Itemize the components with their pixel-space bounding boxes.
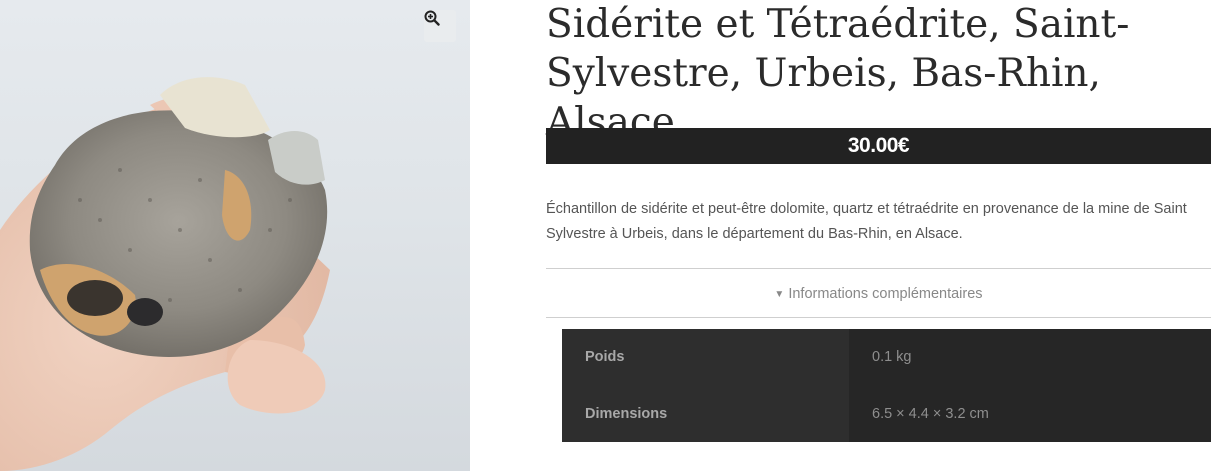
table-row: Poids 0.1 kg [562, 329, 1211, 386]
attribute-value: 6.5 × 4.4 × 3.2 cm [849, 385, 1211, 442]
divider [546, 317, 1211, 318]
product-title: Sidérite et Tétraédrite, Saint-Sylvestre… [546, 2, 1130, 145]
product-image[interactable] [0, 0, 470, 471]
zoom-in-icon [424, 10, 440, 26]
attribute-label: Poids [562, 329, 849, 386]
attribute-label: Dimensions [562, 385, 849, 442]
attributes-table: Poids 0.1 kg Dimensions 6.5 × 4.4 × 3.2 … [562, 329, 1211, 442]
table-row: Dimensions 6.5 × 4.4 × 3.2 cm [562, 385, 1211, 442]
additional-info-toggle[interactable]: ▼ Informations complémentaires [546, 280, 1211, 308]
chevron-down-icon: ▼ [774, 288, 785, 300]
divider [546, 268, 1211, 269]
price-bar: 30.00€ [546, 128, 1211, 164]
attribute-value: 0.1 kg [849, 329, 1211, 386]
product-description: Échantillon de sidérite et peut-être dol… [546, 201, 1187, 242]
product-price: 30.00€ [847, 134, 910, 157]
additional-info-label: Informations complémentaires [788, 286, 983, 302]
zoom-button[interactable] [424, 10, 456, 42]
mineral-photo [0, 77, 330, 471]
